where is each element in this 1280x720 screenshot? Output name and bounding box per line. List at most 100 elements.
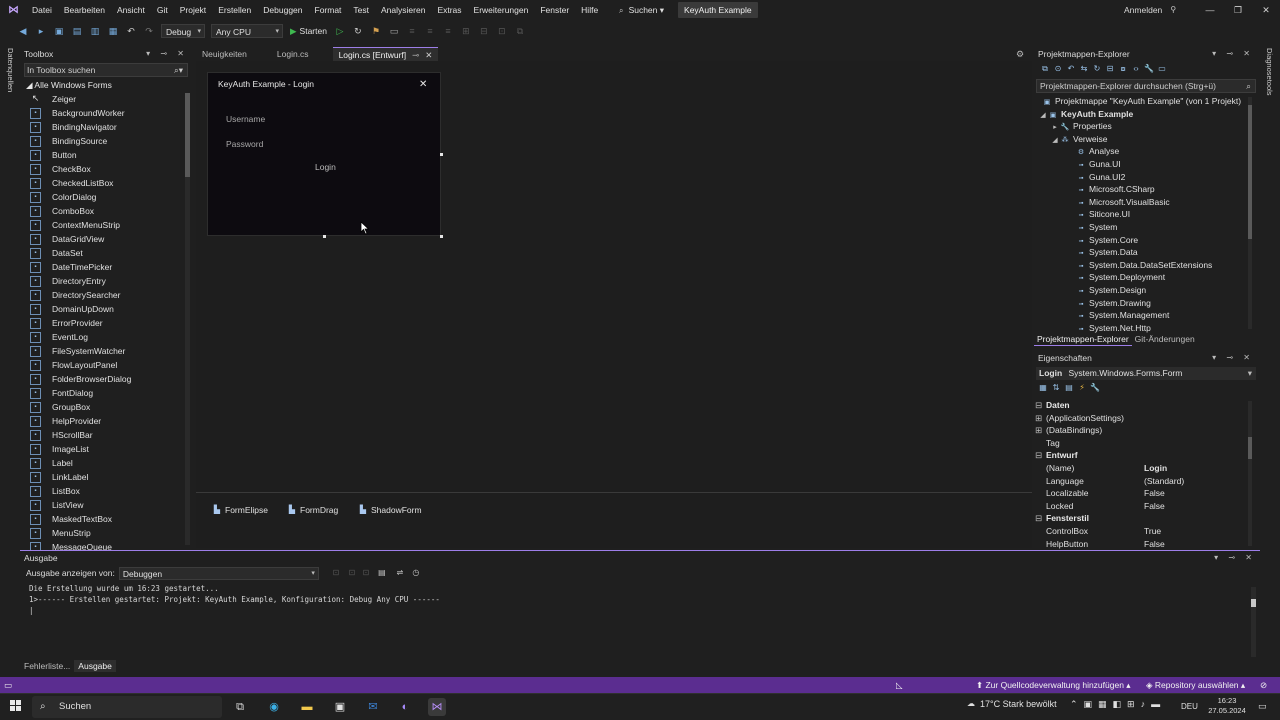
- switch-view-icon[interactable]: ⧉: [1040, 64, 1050, 74]
- data-sources-tab[interactable]: Datenquellen: [6, 48, 15, 92]
- solution-explorer-pane-buttons[interactable]: ▾ ⊸ ✕: [1212, 47, 1254, 61]
- back-icon[interactable]: ◀: [16, 24, 30, 38]
- layout-icon[interactable]: ▭: [387, 24, 401, 38]
- pending-changes-icon[interactable]: ⇆: [1079, 64, 1089, 74]
- properties-icon[interactable]: 🔧: [1144, 64, 1154, 74]
- search-icon[interactable]: ⌕: [1246, 80, 1251, 93]
- solution-explorer-search-input[interactable]: Projektmappen-Explorer durchsuchen (Strg…: [1036, 79, 1256, 93]
- menu-view[interactable]: Ansicht: [111, 0, 151, 20]
- mail-icon[interactable]: ✉: [364, 698, 382, 716]
- resize-handle-right[interactable]: [440, 153, 443, 156]
- toolbox-item[interactable]: ▪ Button: [30, 148, 180, 162]
- properties-scrollbar[interactable]: [1248, 401, 1252, 546]
- refresh-icon[interactable]: ↻: [351, 24, 365, 38]
- tab-login-designer[interactable]: Login.cs [Entwurf] ⊸ ✕: [332, 46, 439, 62]
- properties-view-icon[interactable]: ▤: [1064, 383, 1074, 393]
- tree-reference[interactable]: ▫▪ System.Data: [1034, 246, 1250, 259]
- resize-handle-corner[interactable]: [440, 235, 443, 238]
- pin-icon[interactable]: ⊸: [412, 48, 419, 62]
- open-folder-icon[interactable]: ▤: [70, 24, 84, 38]
- grid-icon[interactable]: ⊡: [495, 24, 509, 38]
- toolbox-search-input[interactable]: In Toolbox suchen ⌕▾: [24, 63, 188, 77]
- solution-explorer-scroll-thumb[interactable]: [1248, 105, 1252, 239]
- property-row[interactable]: HelpButton False: [1034, 538, 1250, 551]
- diagnostic-tools-tab[interactable]: Diagnosetools: [1265, 48, 1274, 96]
- align-right-icon[interactable]: ≡: [441, 24, 455, 38]
- tab-close-icon[interactable]: ✕: [425, 48, 432, 62]
- timestamp-icon[interactable]: ◷: [411, 568, 421, 578]
- toolbox-pane-buttons[interactable]: ▾ ⊸ ✕: [146, 47, 188, 61]
- save-icon[interactable]: ▥: [88, 24, 102, 38]
- menu-file[interactable]: Datei: [26, 0, 58, 20]
- toolbox-item[interactable]: ▪ MaskedTextBox: [30, 512, 180, 526]
- spacing-icon[interactable]: ⊞: [459, 24, 473, 38]
- visual-studio-icon[interactable]: ⋈: [428, 698, 446, 716]
- minimize-icon[interactable]: —: [1196, 0, 1224, 20]
- toolbox-item[interactable]: ▪ ComboBox: [30, 204, 180, 218]
- toolbox-item[interactable]: ▪ DateTimePicker: [30, 260, 180, 274]
- toolbox-item[interactable]: ▪ DataGridView: [30, 232, 180, 246]
- toolbox-item[interactable]: ▪ DirectoryEntry: [30, 274, 180, 288]
- categorized-icon[interactable]: ▦: [1038, 383, 1048, 393]
- alphabetical-icon[interactable]: ⇅: [1051, 383, 1061, 393]
- menu-edit[interactable]: Bearbeiten: [58, 0, 111, 20]
- tab-output[interactable]: Ausgabe: [74, 660, 116, 672]
- property-category[interactable]: Fensterstil: [1034, 512, 1250, 525]
- system-tray-icons[interactable]: ⌃▣▦◧⊞♪▬: [1070, 699, 1166, 710]
- toolbox-item[interactable]: ▪ FileSystemWatcher: [30, 344, 180, 358]
- toolbox-item[interactable]: ▪ CheckedListBox: [30, 176, 180, 190]
- tray-shadow-form[interactable]: ▙ ShadowForm: [358, 505, 422, 515]
- toolbox-item[interactable]: ▪ BackgroundWorker: [30, 106, 180, 120]
- output-pane-buttons[interactable]: ▾ ⊸ ✕: [1214, 551, 1256, 565]
- close-icon[interactable]: ✕: [1252, 0, 1280, 20]
- menu-build[interactable]: Erstellen: [212, 0, 257, 20]
- align-icon[interactable]: ≡: [405, 24, 419, 38]
- toolbox-scroll-thumb[interactable]: [185, 93, 190, 177]
- tree-reference[interactable]: ▫▪ System.Drawing: [1034, 297, 1250, 310]
- clock[interactable]: 16:23 27.05.2024: [1204, 696, 1250, 716]
- toolbox-item[interactable]: ▪ FontDialog: [30, 386, 180, 400]
- toolbox-item[interactable]: ▪ LinkLabel: [30, 470, 180, 484]
- toolbox-item[interactable]: ▪ FlowLayoutPanel: [30, 358, 180, 372]
- username-field[interactable]: Username: [226, 114, 265, 124]
- hot-reload-icon[interactable]: ⚑: [369, 24, 383, 38]
- collapse-all-icon[interactable]: ⊟: [1105, 64, 1115, 74]
- tree-reference[interactable]: ▫▪ Guna.UI: [1034, 158, 1250, 171]
- toolbox-item[interactable]: ▪ DomainUpDown: [30, 302, 180, 316]
- size-icon[interactable]: ⊟: [477, 24, 491, 38]
- notification-center-icon[interactable]: ▭: [1258, 701, 1267, 712]
- start-without-debug-icon[interactable]: ▷: [333, 24, 347, 38]
- toolbox-item[interactable]: ▪ GroupBox: [30, 400, 180, 414]
- preview-icon[interactable]: ▭: [1157, 64, 1167, 74]
- gear-icon[interactable]: ⚙: [1016, 49, 1024, 60]
- property-pages-icon[interactable]: 🔧: [1090, 383, 1100, 393]
- tree-solution[interactable]: ▣ Projektmappe "KeyAuth Example" (von 1 P…: [1034, 95, 1250, 108]
- output-source-select[interactable]: Debuggen: [118, 566, 319, 580]
- password-field[interactable]: Password: [226, 139, 263, 149]
- platform-select[interactable]: Any CPU: [211, 24, 283, 39]
- save-all-icon[interactable]: ▦: [106, 24, 120, 38]
- toolbox-item[interactable]: ▪ MenuStrip: [30, 526, 180, 540]
- tree-analyzer[interactable]: ⚙ Analyse: [1034, 145, 1250, 158]
- properties-scroll-thumb[interactable]: [1248, 437, 1252, 459]
- property-row[interactable]: (DataBindings): [1034, 424, 1250, 437]
- tab-git-changes[interactable]: Git-Änderungen: [1132, 333, 1198, 345]
- tree-reference[interactable]: ▫▪ Microsoft.CSharp: [1034, 183, 1250, 196]
- property-value[interactable]: (Standard): [1144, 475, 1184, 488]
- output-scrollbar[interactable]: [1251, 587, 1256, 657]
- solution-name-badge[interactable]: KeyAuth Example: [678, 2, 758, 18]
- property-value[interactable]: False: [1144, 538, 1165, 551]
- toolbox-item[interactable]: ↖ Zeiger: [30, 92, 180, 106]
- property-row[interactable]: (ApplicationSettings): [1034, 412, 1250, 425]
- properties-pane-buttons[interactable]: ▾ ⊸ ✕: [1212, 351, 1254, 365]
- tree-reference[interactable]: ▫▪ Siticone.UI: [1034, 208, 1250, 221]
- redo-icon[interactable]: ↷: [142, 24, 156, 38]
- menu-window[interactable]: Fenster: [534, 0, 575, 20]
- collapse-icon[interactable]: ◢: [1038, 110, 1048, 123]
- windows-start-icon[interactable]: [10, 700, 22, 712]
- order-icon[interactable]: ⧉: [513, 24, 527, 38]
- property-value[interactable]: False: [1144, 500, 1165, 513]
- properties-object-select[interactable]: Login System.Windows.Forms.Form ▾: [1036, 367, 1256, 380]
- property-category[interactable]: Daten: [1034, 399, 1250, 412]
- toolbox-item[interactable]: ▪ ListView: [30, 498, 180, 512]
